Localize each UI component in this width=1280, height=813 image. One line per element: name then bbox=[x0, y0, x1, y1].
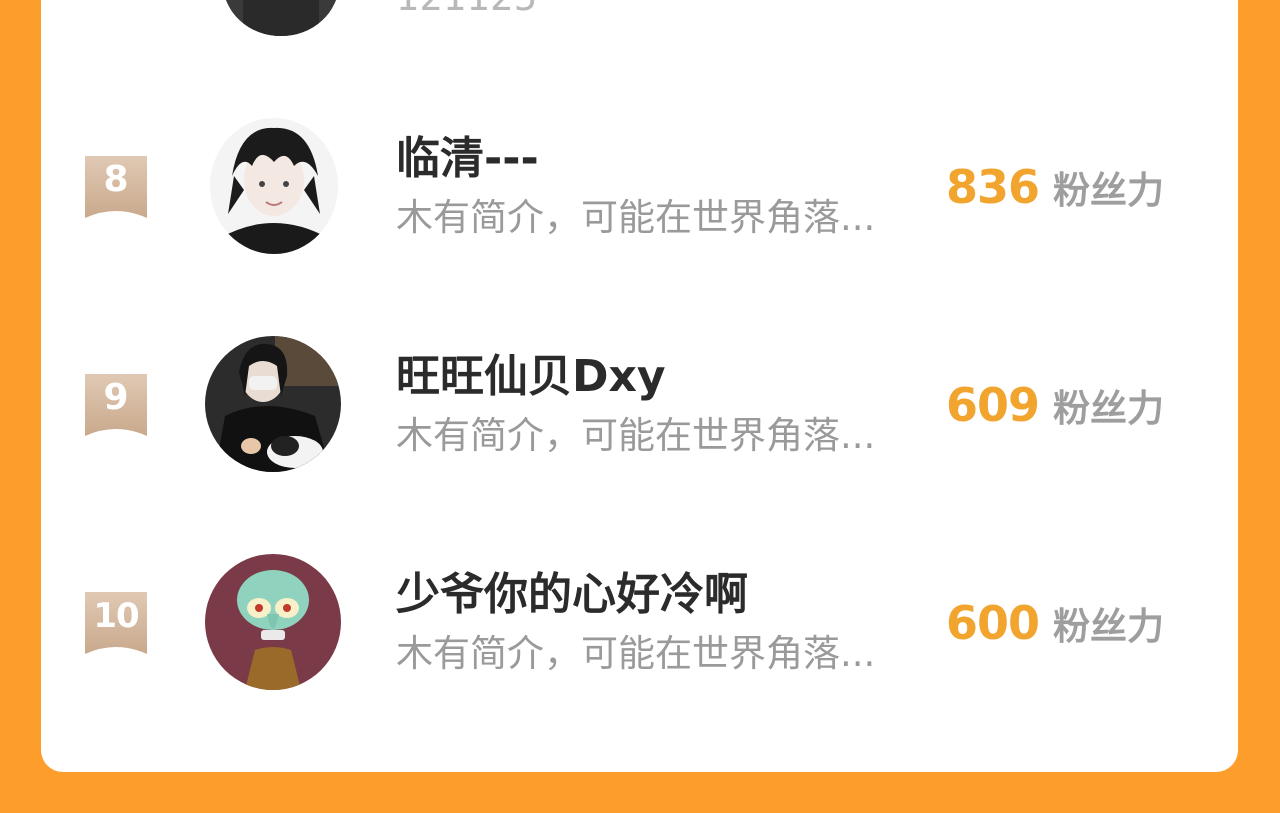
user-bio: 121125 bbox=[396, 0, 537, 20]
fan-power: 600 粉丝力 bbox=[946, 598, 1164, 659]
user-bio: 木有简介，可能在世界角落... bbox=[396, 196, 876, 239]
anime-boy-avatar-icon[interactable] bbox=[210, 118, 338, 254]
fan-power-value: 609 bbox=[946, 378, 1040, 432]
girl-with-cat-avatar-icon[interactable] bbox=[205, 336, 341, 472]
user-name[interactable]: 少爷你的心好冷啊 bbox=[396, 570, 748, 620]
list-item[interactable]: 10 少爷你的心好冷啊 木有简介，可能在世界角落... 600 粉丝力 bbox=[0, 546, 1280, 706]
user-bio: 木有简介，可能在世界角落... bbox=[396, 414, 876, 457]
fan-power: 609 粉丝力 bbox=[946, 380, 1164, 441]
user-name[interactable]: 旺旺仙贝Dxy bbox=[396, 352, 666, 402]
rank-number: 8 bbox=[103, 159, 129, 200]
user-name[interactable]: 临清--- bbox=[396, 134, 539, 184]
rank-badge: 9 bbox=[85, 374, 147, 436]
fan-power-unit: 粉丝力 bbox=[1053, 169, 1165, 212]
fan-power-unit: 粉丝力 bbox=[1053, 387, 1165, 430]
user-bio: 木有简介，可能在世界角落... bbox=[396, 632, 876, 675]
rank-badge: 10 bbox=[85, 592, 147, 654]
rank-number: 10 bbox=[93, 596, 139, 636]
fan-power-value: 600 bbox=[946, 596, 1040, 650]
rank-number: 9 bbox=[103, 377, 129, 418]
fan-power-value: 836 bbox=[946, 160, 1040, 214]
list-item[interactable]: 8 临清--- 木有简介，可能在世界角落... 836 粉丝力 bbox=[0, 110, 1280, 270]
squidward-avatar-icon[interactable] bbox=[205, 554, 341, 690]
list-item[interactable]: 9 旺旺仙贝Dxy 木有简介，可能在世界角落... 609 粉丝力 bbox=[0, 328, 1280, 488]
fan-power-unit: 粉丝力 bbox=[1053, 605, 1165, 648]
rank-badge: 8 bbox=[85, 156, 147, 218]
fan-power: 836 粉丝力 bbox=[946, 162, 1164, 223]
